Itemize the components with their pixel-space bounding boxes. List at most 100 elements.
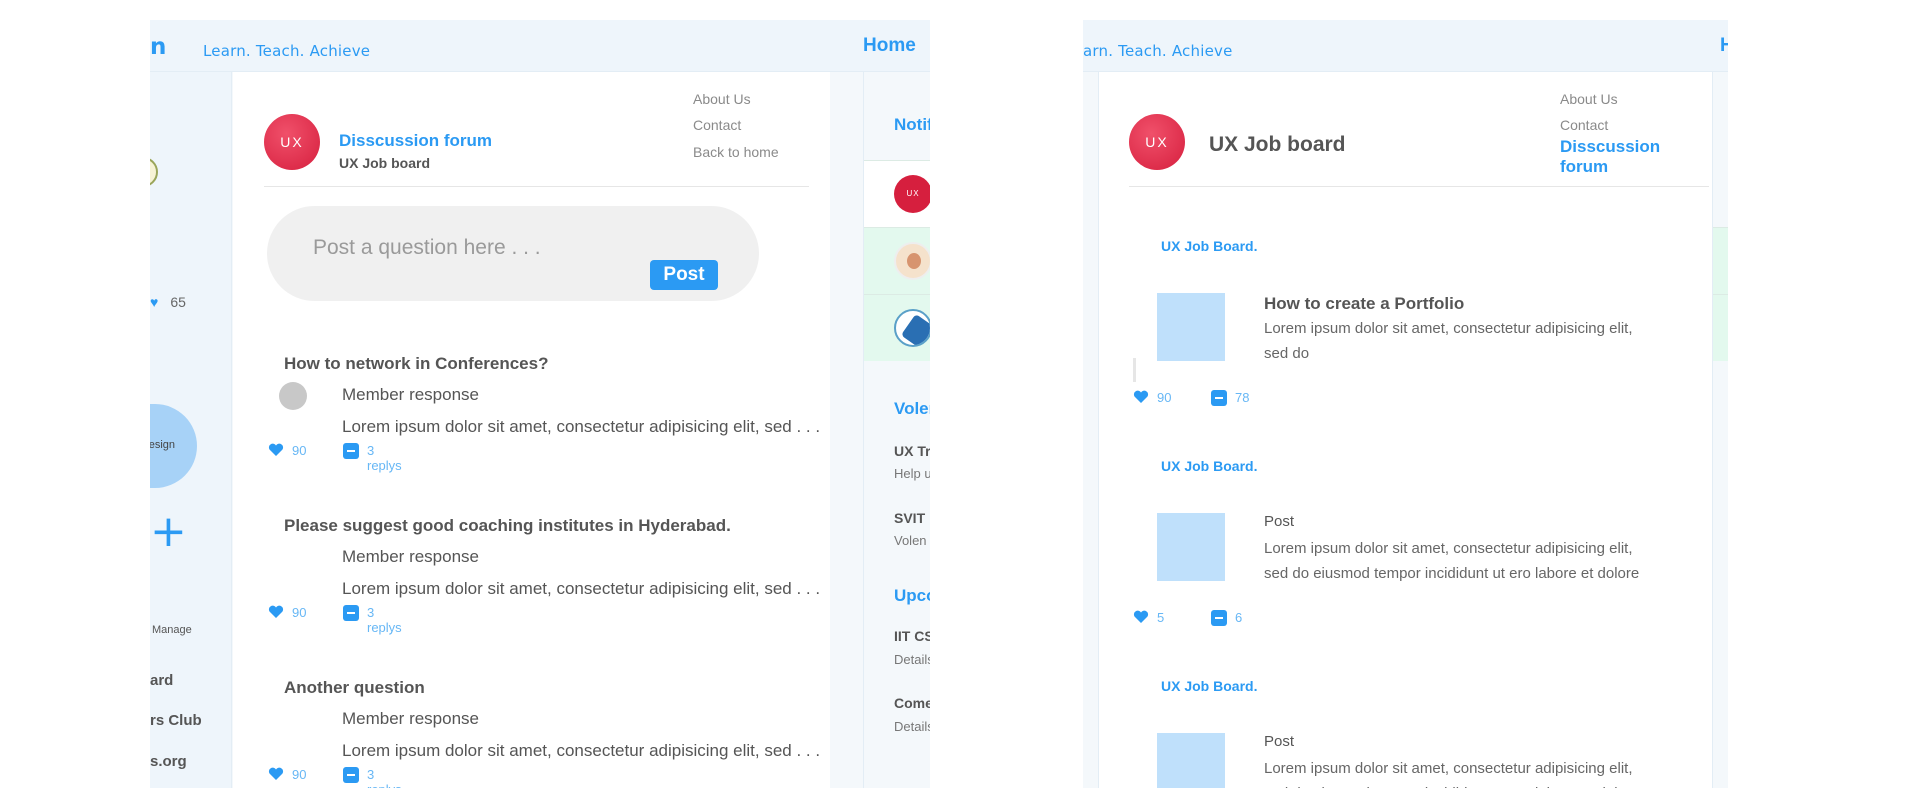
top-bar: n Learn. Teach. Achieve Home — [150, 20, 930, 72]
avatar — [894, 242, 930, 280]
reply-count[interactable]: 3 replys — [367, 605, 402, 635]
question-body: Lorem ipsum dolor sit amet, consectetur … — [342, 579, 821, 598]
nav-about-us[interactable]: About Us — [693, 91, 751, 107]
sidebar: ♥ 65 esign + Manage ard rs Club s.org — [150, 72, 232, 788]
sidebar-count: ♥ 65 — [150, 294, 186, 310]
page-subtitle[interactable]: UX Job board — [339, 155, 430, 171]
home-link[interactable]: Home — [863, 35, 916, 57]
heart-icon[interactable] — [1133, 390, 1149, 404]
post-description: Lorem ipsum dolor sit amet, consectetur … — [1264, 540, 1640, 582]
ux-badge: UX — [264, 114, 320, 170]
top-bar: arn. Teach. Achieve H — [1083, 20, 1728, 72]
sidebar-link[interactable]: ard — [150, 672, 173, 689]
post-title[interactable]: Post — [1264, 733, 1294, 750]
post-button[interactable]: Post — [650, 260, 718, 290]
sidebar-manage[interactable]: Manage — [152, 624, 192, 636]
like-count: 90 — [292, 605, 307, 620]
page-title: UX Job board — [1209, 133, 1346, 156]
scroll-marker — [1133, 358, 1136, 382]
profile-logo — [150, 157, 158, 187]
nav-contact[interactable]: Contact — [693, 117, 741, 133]
post-description: Lorem ipsum dolor sit amet, consectetur … — [1264, 320, 1633, 362]
reply-icon[interactable] — [343, 443, 359, 459]
avatar — [279, 382, 307, 410]
forum-card: UX Disscussion forum UX Job board About … — [233, 72, 830, 788]
question-title[interactable]: Please suggest good coaching institutes … — [284, 516, 731, 536]
like-count: 5 — [1157, 610, 1165, 625]
post-thumbnail[interactable] — [1157, 513, 1225, 581]
volunteer-item-title[interactable]: SVIT — [894, 510, 925, 526]
job-board-card: UX UX Job board About Us Contact Disscus… — [1098, 72, 1713, 788]
post-title[interactable]: How to create a Portfolio — [1264, 294, 1464, 314]
upcoming-item-title[interactable]: IIT CS — [894, 628, 930, 644]
post-question-box: Post — [267, 206, 759, 301]
notifications-column-edge — [1713, 72, 1728, 788]
notification-row[interactable]: UX — [864, 160, 930, 227]
sidebar-circle-button[interactable]: esign — [150, 404, 197, 488]
reply-count[interactable]: 3 replys — [367, 443, 402, 473]
member-response-label: Member response — [342, 547, 480, 566]
page-title: Disscussion forum — [339, 131, 493, 150]
notification-row[interactable] — [864, 227, 930, 294]
upcoming-item-title[interactable]: Come — [894, 695, 930, 711]
volunteer-item-sub: Volen — [894, 533, 927, 548]
nav-discussion-forum[interactable]: Disscussion forum — [1560, 137, 1712, 177]
notification-row[interactable] — [864, 294, 930, 361]
avatar — [894, 309, 930, 347]
nav-back-to-home[interactable]: Back to home — [693, 144, 779, 160]
header-divider — [264, 186, 809, 187]
sidebar-link[interactable]: rs Club — [150, 712, 202, 729]
notification-row[interactable] — [1713, 227, 1728, 294]
left-screen: n Learn. Teach. Achieve Home ♥ 65 esign +… — [150, 20, 930, 788]
header-divider — [1129, 186, 1709, 187]
post-description: Lorem ipsum dolor sit amet, consectetur … — [1264, 760, 1639, 788]
reply-icon[interactable] — [1211, 610, 1227, 626]
tagline: Learn. Teach. Achieve — [203, 42, 371, 60]
post-thumbnail[interactable] — [1157, 733, 1225, 788]
sidebar-link[interactable]: s.org — [150, 753, 187, 770]
heart-icon[interactable] — [1133, 610, 1149, 624]
upcoming-item-sub[interactable]: Details — [894, 652, 930, 667]
ux-badge: UX — [1129, 114, 1185, 170]
volunteer-item-sub: Help u — [894, 466, 930, 481]
nav-about-us[interactable]: About Us — [1560, 91, 1618, 107]
question-title[interactable]: Another question — [284, 678, 425, 698]
question-title[interactable]: How to network in Conferences? — [284, 354, 548, 374]
reply-icon[interactable] — [343, 767, 359, 783]
heart-icon[interactable] — [268, 443, 284, 457]
upcoming-item-sub[interactable]: Details — [894, 719, 930, 734]
post-tag[interactable]: UX Job Board. — [1161, 678, 1257, 694]
upcoming-title: Upco — [894, 586, 930, 605]
question-body: Lorem ipsum dolor sit amet, consectetur … — [342, 741, 821, 760]
home-link[interactable]: H — [1720, 35, 1728, 57]
notification-row[interactable] — [1713, 294, 1728, 361]
plus-icon[interactable]: + — [150, 510, 187, 554]
reply-count[interactable]: 78 — [1235, 390, 1249, 405]
heart-icon[interactable] — [268, 605, 284, 619]
like-count: 90 — [292, 767, 307, 782]
volunteer-title: Volen — [894, 399, 930, 418]
volunteer-item-title[interactable]: UX Tr — [894, 443, 930, 459]
like-icon-partial: ♥ — [150, 294, 159, 310]
notifications-column: Notifi UX Volen UX Tr Help u SVIT Volen … — [863, 72, 930, 788]
post-thumbnail[interactable] — [1157, 293, 1225, 361]
member-response-label: Member response — [342, 709, 480, 728]
right-screen: arn. Teach. Achieve H UX UX Job board Ab… — [1083, 20, 1728, 788]
post-tag[interactable]: UX Job Board. — [1161, 458, 1257, 474]
post-tag[interactable]: UX Job Board. — [1161, 238, 1257, 254]
like-count: 90 — [1157, 390, 1172, 405]
member-response-label: Member response — [342, 385, 480, 404]
brand-logo[interactable]: n — [150, 34, 166, 60]
reply-count[interactable]: 3 replys — [367, 767, 402, 788]
reply-count[interactable]: 6 — [1235, 610, 1242, 625]
question-input[interactable] — [313, 236, 613, 260]
reply-icon[interactable] — [343, 605, 359, 621]
nav-contact[interactable]: Contact — [1560, 117, 1608, 133]
like-count: 90 — [292, 443, 307, 458]
heart-icon[interactable] — [268, 767, 284, 781]
question-body: Lorem ipsum dolor sit amet, consectetur … — [342, 417, 821, 436]
post-title[interactable]: Post — [1264, 513, 1294, 530]
tagline: arn. Teach. Achieve — [1083, 42, 1233, 60]
reply-icon[interactable] — [1211, 390, 1227, 406]
notifications-title: Notifi — [894, 115, 930, 134]
